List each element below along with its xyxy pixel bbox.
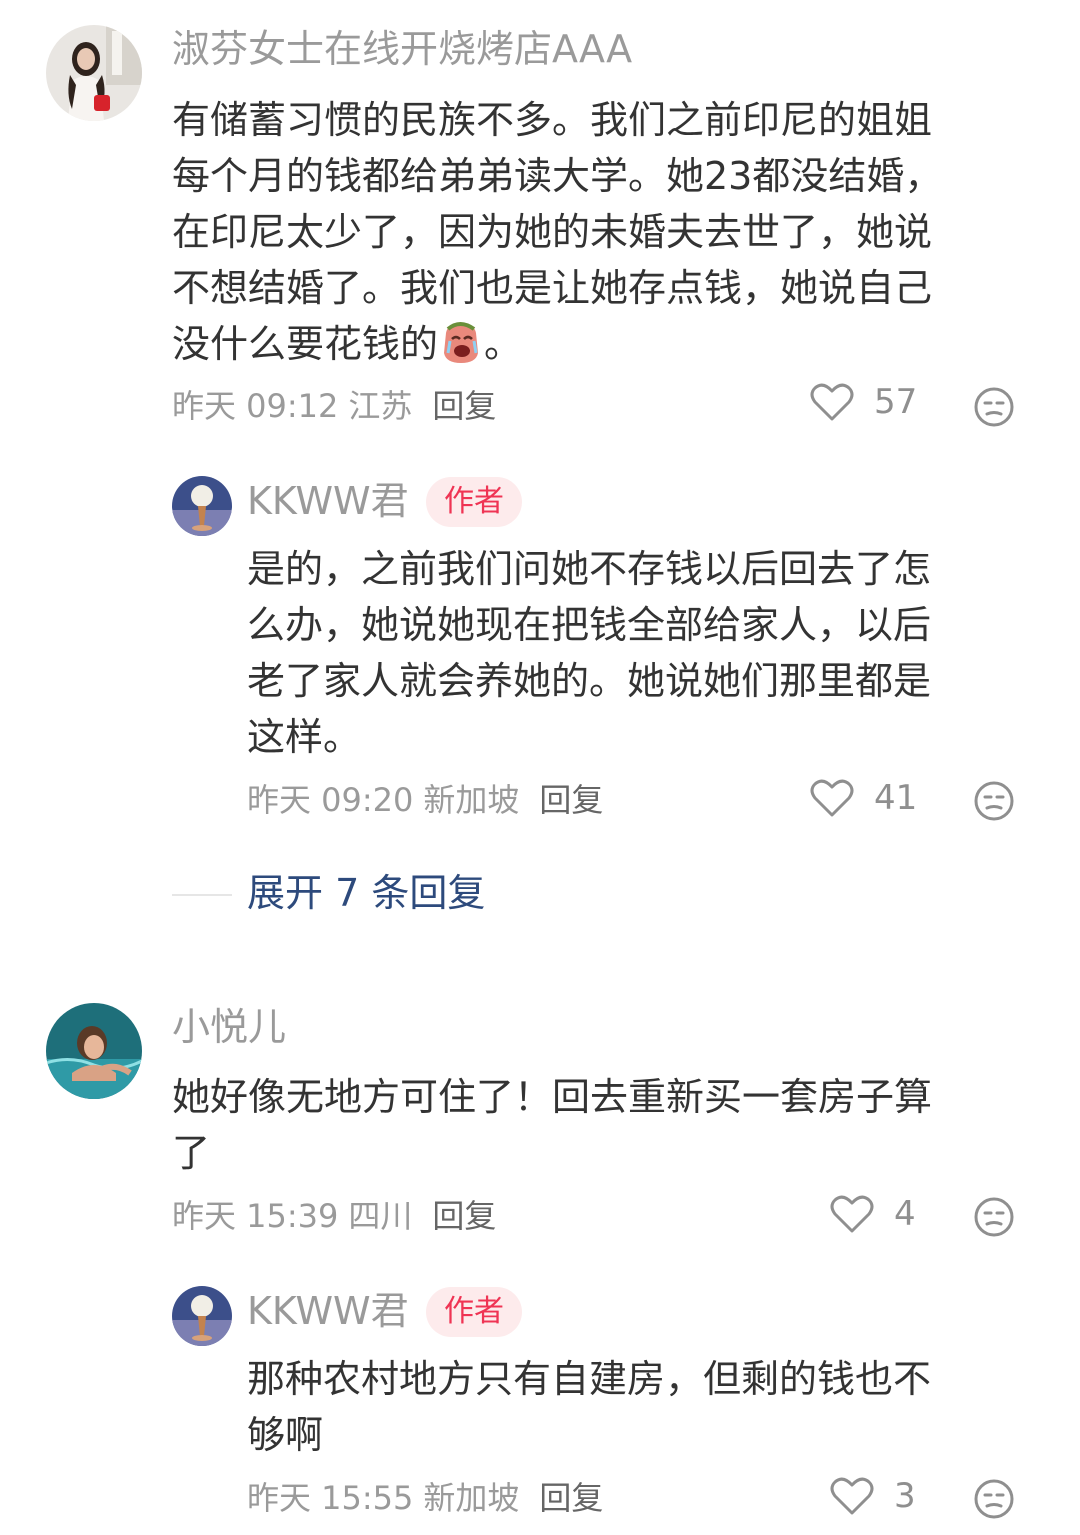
comment-text: 她好像无地方可住了！回去重新买一套房子算 了 (172, 1069, 932, 1181)
reply-date: 昨天 09:20 (247, 781, 414, 819)
heart-outline-icon (830, 1477, 874, 1515)
comment-text-line: 她好像无地方可住了！回去重新买一套房子算 (172, 1075, 933, 1119)
reply-text-line: 老了家人就会养她的。她说她们那里都是 (247, 659, 932, 703)
comment-date: 昨天 15:39 (172, 1197, 339, 1235)
meh-face-icon (974, 387, 1014, 427)
comment-meta: 昨天 09:12 江苏 回复 (172, 386, 496, 426)
comment-text-line-last: 没什么要花钱的 。 (172, 316, 942, 372)
reply-button[interactable]: 回复 (539, 1479, 603, 1517)
crying-face-emoji (438, 319, 484, 365)
reply-text: 那种农村地方只有自建房，但剩的钱也不 够啊 (247, 1351, 931, 1463)
dislike-button[interactable] (973, 386, 1015, 428)
comment-text-line: 每个月的钱都给弟弟读大学。她23都没结婚， (172, 154, 943, 198)
meh-face-icon (974, 1197, 1014, 1237)
like-count: 57 (874, 382, 918, 422)
meh-face-icon (974, 781, 1014, 821)
like-button[interactable]: 41 (810, 778, 917, 818)
comment-text-end: 。 (484, 322, 523, 366)
reply-meta: 昨天 15:55 新加坡 回复 (247, 1478, 603, 1518)
reply-username[interactable]: KKWW君 (247, 1287, 409, 1335)
dislike-button[interactable] (973, 780, 1015, 822)
meh-face-icon (974, 1479, 1014, 1519)
comment-location: 江苏 (348, 387, 413, 425)
comment-text-line: 没什么要花钱的 (172, 322, 439, 366)
comment-username[interactable]: 小悦儿 (172, 1003, 286, 1051)
reply-date: 昨天 15:55 (247, 1479, 414, 1517)
reply-location: 新加坡 (423, 781, 520, 819)
reply-text-line: 这样。 (247, 715, 362, 759)
comment-location: 四川 (348, 1197, 413, 1235)
reply-text-line: 够啊 (247, 1413, 324, 1457)
heart-outline-icon (830, 1195, 874, 1233)
comment-text-line: 不想结婚了。我们也是让她存点钱，她说自己 (172, 266, 933, 310)
avatar[interactable] (172, 476, 232, 536)
expand-divider (172, 894, 232, 896)
reply-button[interactable]: 回复 (539, 781, 603, 819)
reply-item: KKWW君 作者 那种农村地方只有自建房，但剩的钱也不 够啊 昨天 15:55 新… (0, 1270, 1080, 1535)
comment-item: 淑芬女士在线开烧烤店AAA 有储蓄习惯的民族不多。我们之前印尼的姐姐 每个月的钱… (0, 0, 1080, 460)
like-button[interactable]: 57 (810, 382, 917, 422)
author-badge: 作者 (426, 1287, 522, 1337)
like-count: 3 (894, 1476, 916, 1516)
reply-button[interactable]: 回复 (432, 387, 496, 425)
reply-username[interactable]: KKWW君 (247, 477, 409, 525)
comment-date: 昨天 09:12 (172, 387, 339, 425)
like-count: 41 (874, 778, 918, 818)
expand-replies-button[interactable]: 展开 7 条回复 (247, 869, 485, 917)
dislike-button[interactable] (973, 1196, 1015, 1238)
comment-username[interactable]: 淑芬女士在线开烧烤店AAA (172, 25, 632, 73)
reply-text-line: 么办，她说她现在把钱全部给家人，以后 (247, 603, 932, 647)
comment-item: 小悦儿 她好像无地方可住了！回去重新买一套房子算 了 昨天 15:39 四川 回复 … (0, 990, 1080, 1260)
reply-button[interactable]: 回复 (432, 1197, 496, 1235)
avatar[interactable] (172, 1286, 232, 1346)
heart-outline-icon (810, 383, 854, 421)
like-count: 4 (894, 1194, 916, 1234)
reply-text: 是的，之前我们问她不存钱以后回去了怎 么办，她说她现在把钱全部给家人，以后 老了… (247, 541, 931, 765)
like-button[interactable]: 3 (830, 1476, 916, 1516)
reply-text-line: 是的，之前我们问她不存钱以后回去了怎 (247, 547, 932, 591)
avatar[interactable] (46, 1003, 142, 1099)
reply-item: KKWW君 作者 是的，之前我们问她不存钱以后回去了怎 么办，她说她现在把钱全部… (0, 460, 1080, 850)
like-button[interactable]: 4 (830, 1194, 916, 1234)
heart-outline-icon (810, 779, 854, 817)
author-badge: 作者 (426, 477, 522, 527)
comment-text: 有储蓄习惯的民族不多。我们之前印尼的姐姐 每个月的钱都给弟弟读大学。她23都没结… (172, 92, 942, 372)
reply-meta: 昨天 09:20 新加坡 回复 (247, 780, 603, 820)
comment-text-line: 有储蓄习惯的民族不多。我们之前印尼的姐姐 (172, 98, 933, 142)
comment-text-line: 在印尼太少了，因为她的未婚夫去世了，她说 (172, 210, 933, 254)
reply-location: 新加坡 (423, 1479, 520, 1517)
reply-text-line: 那种农村地方只有自建房，但剩的钱也不 (247, 1357, 932, 1401)
avatar[interactable] (46, 25, 142, 121)
dislike-button[interactable] (973, 1478, 1015, 1520)
comment-meta: 昨天 15:39 四川 回复 (172, 1196, 496, 1236)
comment-text-line: 了 (172, 1131, 211, 1175)
